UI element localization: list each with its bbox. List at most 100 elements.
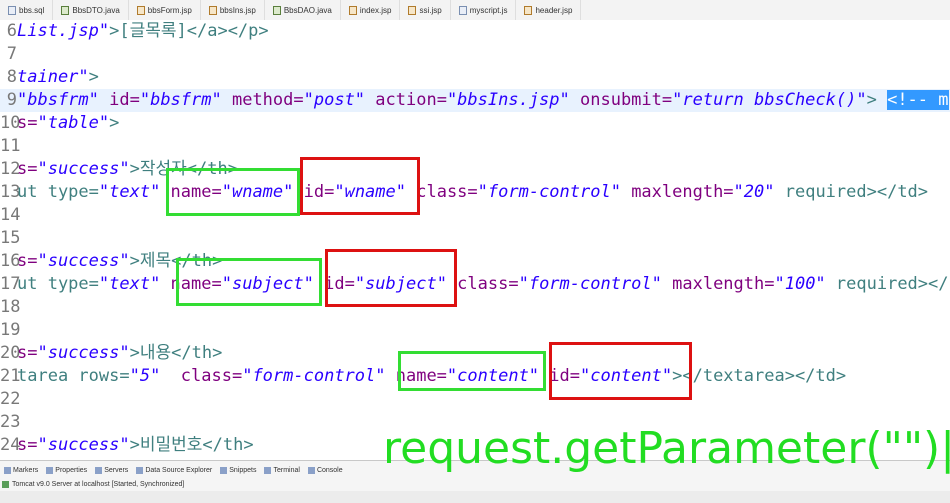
tab-myscript-js[interactable]: myscript.js (451, 0, 517, 20)
tab-label: bbsIns.jsp (219, 5, 256, 15)
code-token: "5" (129, 366, 161, 386)
tab-index-jsp[interactable]: index.jsp (341, 0, 401, 20)
line-number: 24 (0, 435, 21, 455)
terminal-icon (264, 466, 272, 474)
tab-properties[interactable]: Properties (42, 466, 91, 474)
tab-header-jsp[interactable]: header.jsp (516, 0, 582, 20)
tab-ssi-jsp[interactable]: ssi.jsp (400, 0, 451, 20)
panel-tab-label: Data Source Explorer (145, 466, 213, 474)
jsp-file-icon (136, 5, 145, 15)
line-number: 9 (6, 90, 17, 110)
line-number: 22 (0, 389, 21, 409)
tab-bbs-sql[interactable]: bbs.sql (0, 0, 54, 20)
code-token: "bbsIns.jsp" (446, 90, 570, 110)
tab-bbsdao-java[interactable]: BbsDAO.java (265, 0, 341, 20)
markers-icon (4, 466, 11, 474)
line-number: 8 (6, 67, 17, 87)
line-number: 6 (6, 21, 17, 41)
panel-tab-label: Console (316, 466, 343, 474)
code-editor[interactable]: 6List.jsp">[글목록]</a></p> 7 8tainer"> 9"b… (0, 20, 950, 460)
code-token: "table" (37, 113, 110, 133)
line-number: 23 (0, 412, 21, 432)
code-token: s= (17, 343, 38, 363)
code-token: "success" (37, 435, 130, 455)
code-line: 22 (0, 388, 950, 411)
code-token: s= (17, 113, 38, 133)
code-line: 19 (0, 319, 950, 342)
panel-tabs: Markers Properties Servers Data Source E… (0, 463, 347, 477)
code-token: >[글목록]</a></p> (109, 21, 269, 41)
code-token: s= (17, 435, 38, 455)
line-number: 18 (0, 297, 21, 317)
server-row[interactable]: Tomcat v9.0 Server at localhost [Started… (0, 478, 184, 490)
panel-bottom-bar (0, 491, 950, 503)
code-line: 10s="table"> (0, 112, 950, 135)
code-token: class= (160, 366, 243, 386)
tab-bbsdto-java[interactable]: BbsDTO.java (53, 0, 129, 20)
code-line: 17ut type="text" name="subject" id="subj… (0, 273, 950, 296)
panel-tab-label: Markers (13, 466, 39, 474)
code-token: maxlength= (620, 182, 734, 202)
code-token: s= (17, 159, 38, 179)
tab-label: header.jsp (535, 5, 573, 15)
code-token: "form-control" (518, 274, 662, 294)
code-token: ut type= (17, 274, 99, 294)
id-wname-highlight-box (300, 157, 420, 215)
js-file-icon (458, 5, 467, 15)
code-token: > (866, 90, 888, 110)
code-token: "form-control" (242, 366, 386, 386)
line-number: 10 (0, 113, 21, 133)
code-token: "post" (303, 90, 366, 110)
tab-snippets[interactable]: Snippets (216, 466, 260, 474)
tab-console[interactable]: Console (304, 466, 347, 474)
code-token: List.jsp" (17, 21, 110, 41)
code-line: 13ut type="text" name="wname" id="wname"… (0, 181, 950, 204)
line-number: 7 (6, 44, 17, 64)
code-line: 16s="success">제목</th> (0, 250, 950, 273)
code-token: "bbsfrm" (17, 90, 99, 110)
name-content-highlight-box (398, 351, 546, 391)
id-content-highlight-box (549, 342, 692, 400)
tab-markers[interactable]: Markers (0, 466, 42, 474)
tab-terminal[interactable]: Terminal (260, 466, 303, 474)
code-token: tarea rows= (17, 366, 130, 386)
code-token: "success" (37, 251, 130, 271)
servers-icon (95, 466, 103, 474)
java-file-icon (272, 5, 281, 15)
code-token: required></td> (774, 182, 929, 202)
tab-data-source-explorer[interactable]: Data Source Explorer (132, 466, 216, 474)
name-subject-highlight-box (176, 258, 322, 306)
console-icon (307, 466, 315, 474)
panel-tab-label: Snippets (229, 466, 257, 474)
code-line: 12s="success">작성자</th> (0, 158, 950, 181)
code-token: >내용</th> (129, 343, 223, 363)
server-icon (2, 480, 9, 488)
tab-bbsform-jsp[interactable]: bbsForm.jsp (129, 0, 201, 20)
code-token: onsubmit= (569, 90, 673, 110)
tab-servers[interactable]: Servers (91, 466, 132, 474)
code-token: "form-control" (477, 182, 621, 202)
code-token: "success" (37, 343, 130, 363)
code-token: "return bbsCheck()" (672, 90, 867, 110)
code-token: "text" (98, 274, 161, 294)
code-token: ut type= (17, 182, 99, 202)
code-token: "text" (98, 182, 161, 202)
server-status: Tomcat v9.0 Server at localhost [Started… (12, 480, 185, 488)
code-token: tainer" (17, 67, 89, 87)
tab-bbsins-jsp[interactable]: bbsIns.jsp (201, 0, 265, 20)
tab-label: ssi.jsp (419, 5, 442, 15)
code-token: class= (446, 274, 519, 294)
jsp-file-icon (348, 5, 357, 15)
id-subject-highlight-box (325, 249, 457, 307)
code-token: "success" (37, 159, 130, 179)
code-line: 6List.jsp">[글목록]</a></p> (0, 20, 950, 43)
code-token: maxlength= (661, 274, 775, 294)
selected-comment: <!-- m (887, 90, 949, 110)
code-line: 8tainer"> (0, 66, 950, 89)
code-token: s= (17, 251, 38, 271)
jsp-file-icon (208, 5, 217, 15)
jsp-file-icon (524, 5, 533, 15)
code-line: 18 (0, 296, 950, 319)
data-source-icon (136, 466, 144, 474)
line-number: 13 (0, 182, 21, 202)
